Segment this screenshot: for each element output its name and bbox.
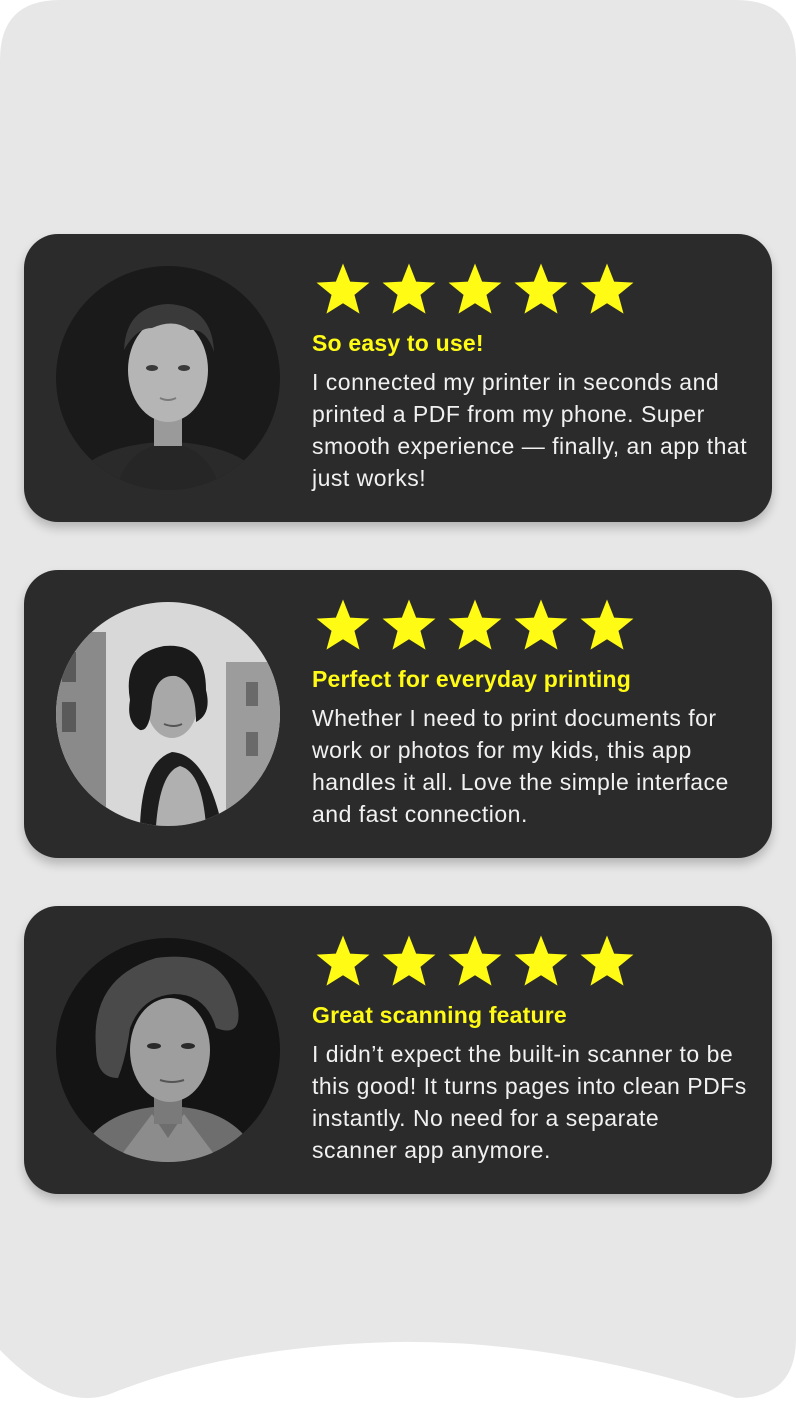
- review-text: Whether I need to print documents for wo…: [312, 705, 729, 827]
- star-rating: [312, 262, 748, 318]
- star-icon: [514, 599, 568, 650]
- star-rating: [312, 598, 748, 654]
- star-icon: [316, 935, 370, 986]
- star-icon: [382, 935, 436, 986]
- review-text: I connected my printer in seconds and pr…: [312, 369, 748, 491]
- review-content: Great scanning feature I didn’t expect t…: [312, 934, 748, 1166]
- star-rating: [312, 934, 748, 990]
- star-icon: [382, 599, 436, 650]
- star-icon: [514, 935, 568, 986]
- star-icon: [448, 935, 502, 986]
- reviews-list: So easy to use! I connected my printer i…: [24, 234, 772, 1242]
- star-icon: [316, 263, 370, 314]
- review-content: So easy to use! I connected my printer i…: [312, 262, 748, 494]
- review-title: So easy to use!: [312, 330, 484, 356]
- star-icon: [382, 263, 436, 314]
- review-content: Perfect for everyday printing Whether I …: [312, 598, 748, 830]
- star-icon: [514, 263, 568, 314]
- star-icon: [580, 263, 634, 314]
- reviewer-avatar: [56, 266, 280, 490]
- reviewer-avatar: [56, 602, 280, 826]
- star-icon: [448, 263, 502, 314]
- star-icon: [448, 599, 502, 650]
- review-text: I didn’t expect the built-in scanner to …: [312, 1041, 747, 1163]
- review-title: Perfect for everyday printing: [312, 666, 631, 692]
- review-card: So easy to use! I connected my printer i…: [24, 234, 772, 522]
- review-card: Great scanning feature I didn’t expect t…: [24, 906, 772, 1194]
- review-card: Perfect for everyday printing Whether I …: [24, 570, 772, 858]
- reviewer-avatar: [56, 938, 280, 1162]
- star-icon: [580, 935, 634, 986]
- review-title: Great scanning feature: [312, 1002, 567, 1028]
- star-icon: [580, 599, 634, 650]
- star-icon: [316, 599, 370, 650]
